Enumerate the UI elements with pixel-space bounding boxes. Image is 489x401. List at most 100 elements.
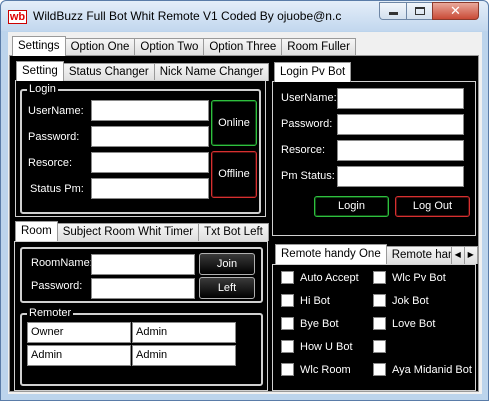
checkbox-box[interactable] — [373, 294, 386, 307]
online-button[interactable]: Online — [211, 100, 257, 146]
remoter-group: Remoter Owner Admin Admin Admin — [20, 307, 263, 386]
tab-nick-name-changer[interactable]: Nick Name Changer — [153, 63, 270, 81]
tab-room[interactable]: Room — [15, 221, 58, 241]
checkbox-label: Bye Bot — [300, 317, 339, 330]
aya-midanid-bot-checkbox[interactable]: Aya Midanid Bot — [373, 363, 472, 376]
room-page: RoomName: Password: Join Left Remoter Ow… — [14, 241, 268, 391]
checkbox-box[interactable] — [281, 317, 294, 330]
remoter-cell[interactable]: Admin — [132, 322, 236, 343]
checkbox-box[interactable] — [281, 340, 294, 353]
username-input[interactable] — [91, 100, 209, 121]
remoter-cell[interactable]: Admin — [132, 345, 236, 366]
checkbox-box[interactable] — [281, 363, 294, 376]
status-pm-input[interactable] — [91, 178, 209, 199]
pv-pm-status-input[interactable] — [337, 166, 464, 187]
tab-scroll-right-icon[interactable]: ▶ — [463, 246, 478, 264]
pv-username-label: UserName: — [281, 92, 337, 104]
tab-status-changer[interactable]: Status Changer — [62, 63, 155, 81]
tab-option-one[interactable]: Option One — [64, 38, 136, 56]
login-group: Login UserName: Password: Resorce: Statu… — [20, 83, 261, 214]
tab-setting[interactable]: Setting — [16, 61, 64, 81]
wlc-pv-bot-checkbox[interactable]: Wlc Pv Bot — [373, 271, 446, 284]
pv-username-input[interactable] — [337, 88, 464, 109]
resource-input[interactable] — [91, 152, 209, 173]
left-button[interactable]: Left — [199, 277, 255, 299]
tab-txt-bot-left[interactable]: Txt Bot Left — [198, 223, 269, 241]
join-button[interactable]: Join — [199, 253, 255, 275]
tab-room-fuller[interactable]: Room Fuller — [281, 38, 356, 56]
settings-tabstrip: Setting Status Changer Nick Name Changer — [16, 61, 270, 81]
app-logo-icon: wb — [8, 10, 27, 24]
close-button[interactable]: ✕ — [432, 2, 479, 20]
offline-button[interactable]: Offline — [211, 151, 257, 198]
love-bot-checkbox[interactable]: Love Bot — [373, 317, 435, 330]
username-label: UserName: — [28, 105, 84, 117]
checkbox-label: How U Bot — [300, 340, 353, 353]
login-group-title: Login — [27, 83, 58, 95]
setting-tab-page: Login UserName: Password: Resorce: Statu… — [15, 80, 266, 217]
pv-resource-input[interactable] — [337, 140, 464, 161]
password-input[interactable] — [91, 126, 209, 147]
checkbox-box[interactable] — [373, 340, 386, 353]
roomname-input[interactable] — [91, 254, 195, 275]
password-label: Password: — [28, 131, 80, 143]
remote-tabstrip: Remote handy One Remote hand ◀ ▶ — [275, 244, 478, 264]
maximize-button[interactable] — [406, 2, 433, 20]
tab-option-two[interactable]: Option Two — [134, 38, 205, 56]
title-bar[interactable]: wb WildBuzz Full Bot Whit Remote V1 Code… — [1, 1, 488, 31]
main-tabstrip: Settings Option One Option Two Option Th… — [12, 36, 356, 56]
bye-bot-checkbox[interactable]: Bye Bot — [281, 317, 339, 330]
checkbox-box[interactable] — [281, 271, 294, 284]
auto-accept-checkbox[interactable]: Auto Accept — [281, 271, 359, 284]
tab-remote-handy-two[interactable]: Remote hand — [385, 246, 452, 264]
pv-password-label: Password: — [281, 118, 333, 130]
client-area: Settings Option One Option Two Option Th… — [8, 32, 482, 394]
hi-bot-checkbox[interactable]: Hi Bot — [281, 294, 330, 307]
tab-login-pv-bot[interactable]: Login Pv Bot — [274, 62, 352, 82]
login-pv-tabstrip: Login Pv Bot — [274, 62, 352, 82]
roomname-label: RoomName: — [31, 257, 93, 269]
room-tabstrip: Room Subject Room Whit Timer Txt Bot Lef… — [15, 221, 269, 241]
checkbox-box[interactable] — [373, 317, 386, 330]
pv-resource-label: Resorce: — [281, 144, 326, 156]
unlabeled-checkbox[interactable] — [373, 340, 392, 353]
status-pm-label: Status Pm: — [30, 183, 84, 195]
minimize-button[interactable] — [379, 2, 407, 20]
room-password-label: Password: — [31, 280, 83, 292]
checkbox-box[interactable] — [373, 363, 386, 376]
jok-bot-checkbox[interactable]: Jok Bot — [373, 294, 429, 307]
checkbox-label: Love Bot — [392, 317, 436, 330]
checkbox-label: Wlc Pv Bot — [392, 271, 446, 284]
remoter-cell[interactable]: Owner — [27, 322, 131, 343]
login-button[interactable]: Login — [314, 196, 389, 217]
checkbox-box[interactable] — [373, 271, 386, 284]
room-group: RoomName: Password: Join Left — [20, 247, 263, 303]
tab-remote-handy-one[interactable]: Remote handy One — [275, 244, 387, 264]
checkbox-label: Aya Midanid Bot — [392, 363, 472, 376]
tab-option-three[interactable]: Option Three — [203, 38, 283, 56]
tab-subject-room-timer[interactable]: Subject Room Whit Timer — [56, 223, 200, 241]
checkbox-label: Hi Bot — [300, 294, 330, 307]
pv-pm-status-label: Pm Status: — [281, 170, 335, 182]
checkbox-label: Wlc Room — [300, 363, 351, 376]
app-window: wb WildBuzz Full Bot Whit Remote V1 Code… — [0, 0, 489, 401]
resource-label: Resorce: — [28, 157, 73, 169]
minimize-icon — [380, 3, 406, 19]
tab-settings[interactable]: Settings — [12, 36, 66, 56]
how-u-bot-checkbox[interactable]: How U Bot — [281, 340, 353, 353]
pv-password-input[interactable] — [337, 114, 464, 135]
checkbox-label: Auto Accept — [300, 271, 359, 284]
room-password-input[interactable] — [91, 278, 195, 299]
logout-button[interactable]: Log Out — [395, 196, 470, 217]
remoter-cell[interactable]: Admin — [27, 345, 131, 366]
window-title: WildBuzz Full Bot Whit Remote V1 Coded B… — [33, 9, 342, 23]
tab-scroll-left-icon[interactable]: ◀ — [450, 246, 465, 264]
maximize-icon — [407, 3, 432, 19]
login-pv-page: UserName: Password: Resorce: Pm Status: … — [272, 81, 476, 236]
checkbox-box[interactable] — [281, 294, 294, 307]
remoter-group-title: Remoter — [27, 307, 74, 319]
checkbox-label: Jok Bot — [392, 294, 429, 307]
settings-page: Setting Status Changer Nick Name Changer… — [9, 55, 479, 392]
wlc-room-checkbox[interactable]: Wlc Room — [281, 363, 351, 376]
remote-handy-page: Auto Accept Hi Bot Bye Bot How U Bot Wlc… — [272, 264, 476, 391]
